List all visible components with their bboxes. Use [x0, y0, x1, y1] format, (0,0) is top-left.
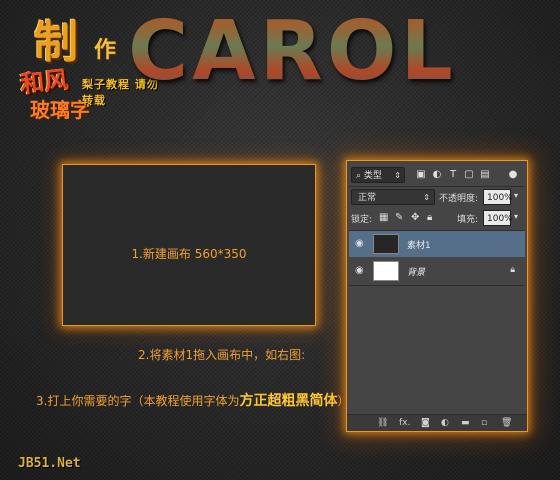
lock-all-icon[interactable]: 🔒︎	[427, 212, 432, 224]
trash-icon[interactable]: 🗑︎	[501, 417, 512, 429]
divider	[349, 186, 525, 187]
blend-mode-value: 正常	[358, 193, 377, 203]
folder-icon[interactable]: ▬	[461, 417, 470, 429]
fill-input[interactable]: 100%	[483, 210, 513, 226]
layer-thumbnail	[373, 261, 399, 281]
layer-filter-row: ⌕ 类型 ⇕ ▣ ◐ T ▢ ▤ ●	[347, 167, 527, 185]
eye-icon[interactable]: ◉	[355, 238, 364, 249]
adjustment-filter-icon[interactable]: ◐	[431, 169, 443, 181]
layer-row-background[interactable]: ◉ 背景 🔒︎	[349, 258, 525, 284]
layer-thumbnail	[373, 234, 399, 254]
divider	[349, 285, 525, 286]
layer-name: 素材1	[407, 241, 431, 251]
chevron-updown-icon: ⇕	[394, 171, 401, 180]
logo-boli: 玻璃字	[30, 98, 90, 122]
filter-toggle-icon[interactable]: ●	[507, 169, 519, 181]
step-3-prefix: 3.打上你需要的字（本教程使用字体为	[36, 394, 240, 408]
adjustment-layer-icon[interactable]: ◐	[441, 417, 449, 429]
chevron-down-icon[interactable]: ▾	[514, 191, 518, 200]
opacity-label: 不透明度:	[439, 194, 479, 204]
opacity-input[interactable]: 100%	[483, 189, 513, 205]
blend-row: 正常 ⇕ 不透明度: 100% ▾	[347, 189, 527, 207]
pixel-filter-icon[interactable]: ▣	[415, 169, 427, 181]
eye-icon[interactable]: ◉	[355, 265, 364, 276]
chevron-down-icon[interactable]: ▾	[514, 212, 518, 221]
lock-label: 锁定:	[351, 215, 373, 225]
step-2-text: 2.将素材1拖入画布中，如右图:	[138, 348, 306, 362]
watermark: JB51.Net	[18, 456, 81, 471]
lock-row: 锁定: ▦ ✎ ✥ 🔒︎ 填充: 100% ▾	[347, 210, 527, 228]
chevron-updown-icon: ⇕	[423, 193, 430, 202]
banner-title: CAROL	[128, 4, 457, 99]
lock-move-icon[interactable]: ✥	[411, 212, 419, 224]
step-3-text: 3.打上你需要的字（本教程使用字体为方正超粗黑简体）	[36, 390, 349, 410]
new-layer-icon[interactable]: ▫	[481, 417, 487, 429]
fill-label: 填充:	[457, 215, 479, 225]
fx-icon[interactable]: fx.	[399, 417, 410, 429]
lock-icon: 🔒︎	[510, 265, 515, 275]
lock-transparent-icon[interactable]: ▦	[379, 212, 388, 224]
step-3-font-name: 方正超粗黑简体	[239, 393, 338, 409]
link-icon[interactable]: ⛓	[377, 417, 388, 429]
search-icon: ⌕	[356, 171, 362, 181]
blend-mode-select[interactable]: 正常 ⇕	[351, 189, 435, 205]
canvas-label: 1.新建画布 560*350	[131, 247, 247, 261]
smart-object-filter-icon[interactable]: ▤	[479, 169, 491, 181]
logo-char-zuo: 作	[94, 37, 117, 63]
filter-label: 类型	[363, 171, 382, 181]
mask-icon[interactable]: ◙	[421, 417, 430, 429]
layer-row-sucai1[interactable]: ◉ 素材1	[349, 231, 525, 257]
layer-filter-select[interactable]: ⌕ 类型 ⇕	[351, 167, 405, 183]
shape-filter-icon[interactable]: ▢	[463, 169, 475, 181]
type-filter-icon[interactable]: T	[447, 169, 459, 181]
lock-brush-icon[interactable]: ✎	[395, 212, 403, 224]
layers-bottom-toolbar: ⛓ fx. ◙ ◐ ▬ ▫ 🗑︎	[347, 414, 527, 431]
layer-name: 背景	[407, 268, 426, 278]
new-canvas-preview: 1.新建画布 560*350	[62, 164, 316, 326]
layers-panel: ⌕ 类型 ⇕ ▣ ◐ T ▢ ▤ ● 正常 ⇕ 不透明度: 100% ▾ 锁定:…	[346, 160, 528, 432]
